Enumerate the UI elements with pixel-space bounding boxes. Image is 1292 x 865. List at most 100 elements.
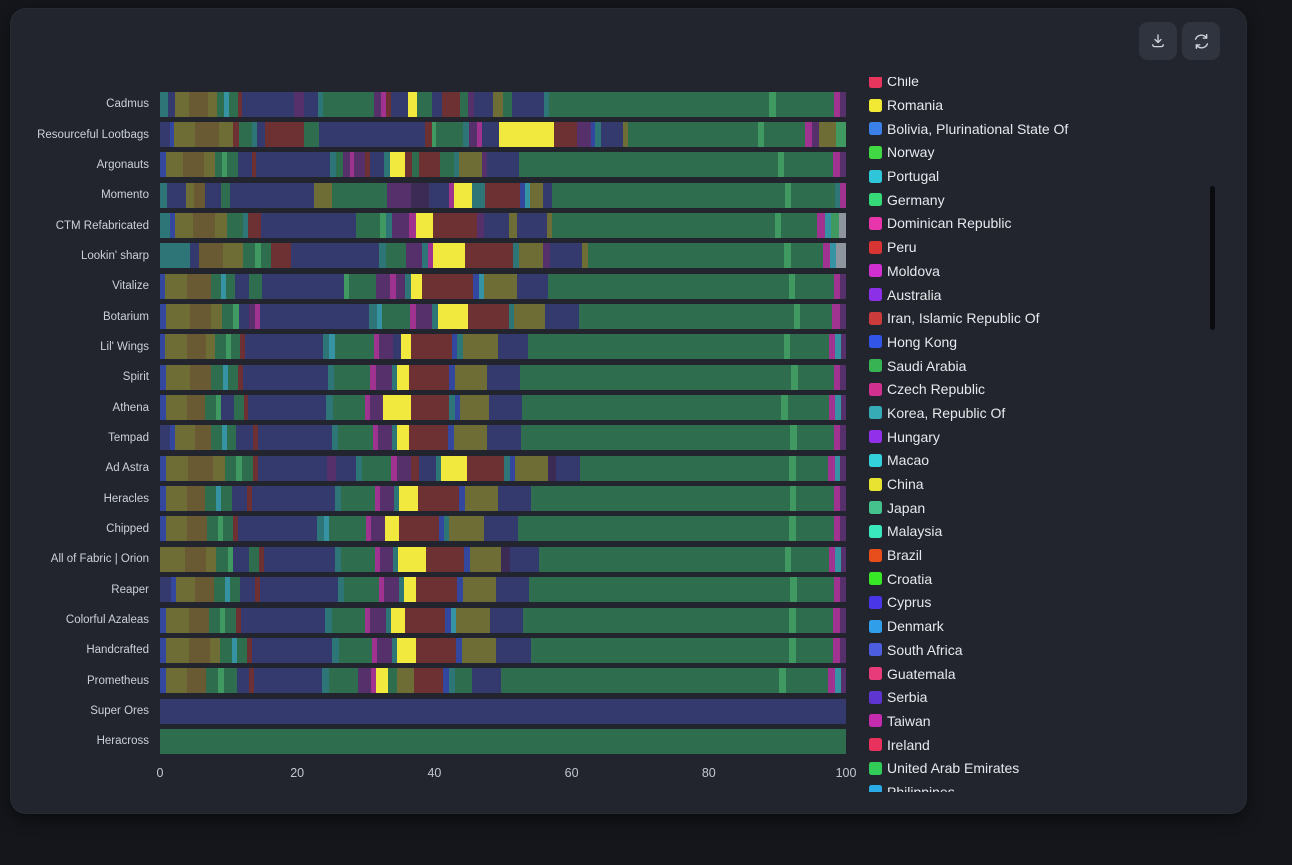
bar-segment[interactable] (325, 608, 332, 633)
bar-segment[interactable] (217, 92, 224, 117)
legend-item[interactable]: Guatemala (869, 662, 1204, 686)
bar-segment[interactable] (552, 183, 786, 208)
bar-segment[interactable] (165, 274, 187, 299)
bar-segment[interactable] (534, 334, 784, 359)
bar-segment[interactable] (190, 243, 198, 268)
bar-segment[interactable] (397, 668, 414, 693)
legend-item[interactable]: Bolivia, Plurinational State Of (869, 117, 1204, 141)
bar-segment[interactable] (840, 274, 845, 299)
bar-segment[interactable] (405, 152, 412, 177)
legend-item[interactable]: South Africa (869, 638, 1204, 662)
bar-segment[interactable] (548, 456, 556, 481)
bar-segment[interactable] (484, 516, 517, 541)
bar-segment[interactable] (454, 183, 472, 208)
bar-segment[interactable] (195, 577, 213, 602)
bar-segment[interactable] (354, 152, 365, 177)
bar-segment[interactable] (166, 365, 190, 390)
bar-segment[interactable] (206, 547, 217, 572)
bar-segment[interactable] (455, 668, 472, 693)
bar-segment[interactable] (812, 122, 819, 147)
bar-segment[interactable] (189, 638, 210, 663)
bar-segment[interactable] (243, 365, 328, 390)
bar-segment[interactable] (432, 92, 442, 117)
bar-segment[interactable] (160, 92, 168, 117)
bar-segment[interactable] (187, 668, 206, 693)
bar-segment[interactable] (840, 92, 846, 117)
bar-segment[interactable] (503, 92, 512, 117)
bar-segment[interactable] (397, 456, 412, 481)
bar-segment[interactable] (399, 486, 417, 511)
refresh-button[interactable] (1182, 22, 1220, 60)
bar-segment[interactable] (176, 577, 196, 602)
bar-segment[interactable] (341, 486, 374, 511)
bar-segment[interactable] (175, 425, 195, 450)
bar-segment[interactable] (236, 425, 252, 450)
bar-segment[interactable] (228, 365, 238, 390)
bar-segment[interactable] (545, 304, 579, 329)
bar-segment[interactable] (537, 486, 790, 511)
bar-segment[interactable] (805, 122, 812, 147)
bar-segment[interactable] (390, 152, 405, 177)
bar-segment[interactable] (841, 395, 846, 420)
bar-segment[interactable] (474, 92, 493, 117)
bar-segment[interactable] (550, 243, 582, 268)
legend-item[interactable]: Ireland (869, 733, 1204, 757)
bar-segment[interactable] (376, 668, 389, 693)
bar-segment[interactable] (512, 92, 544, 117)
bar-segment[interactable] (496, 638, 531, 663)
bar-segment[interactable] (240, 577, 255, 602)
bar-segment[interactable] (530, 183, 543, 208)
bar-segment[interactable] (341, 547, 374, 572)
bar-segment[interactable] (411, 395, 449, 420)
bar-segment[interactable] (797, 425, 834, 450)
legend-item[interactable]: Denmark (869, 614, 1204, 638)
bar-segment[interactable] (261, 213, 356, 238)
bar-segment[interactable] (790, 486, 797, 511)
bar-segment[interactable] (317, 516, 324, 541)
bar-segment[interactable] (800, 304, 832, 329)
bar-segment[interactable] (396, 274, 405, 299)
bar-segment[interactable] (485, 183, 520, 208)
bar-segment[interactable] (206, 334, 215, 359)
bar-segment[interactable] (796, 456, 829, 481)
bar-segment[interactable] (440, 152, 454, 177)
bar-segment[interactable] (786, 668, 828, 693)
bar-segment[interactable] (535, 577, 790, 602)
bar-segment[interactable] (160, 699, 846, 724)
bar-segment[interactable] (332, 425, 339, 450)
bar-segment[interactable] (795, 274, 834, 299)
bar-segment[interactable] (226, 274, 235, 299)
bar-segment[interactable] (840, 608, 846, 633)
bar-segment[interactable] (834, 516, 841, 541)
bar-segment[interactable] (436, 122, 463, 147)
bar-segment[interactable] (383, 395, 411, 420)
bar-segment[interactable] (213, 456, 225, 481)
bar-segment[interactable] (449, 516, 484, 541)
bar-segment[interactable] (174, 122, 195, 147)
bar-segment[interactable] (234, 395, 244, 420)
bar-segment[interactable] (487, 152, 519, 177)
bar-segment[interactable] (160, 425, 170, 450)
bar-segment[interactable] (211, 304, 222, 329)
legend-item[interactable]: Dominican Republic (869, 212, 1204, 236)
bar-segment[interactable] (248, 213, 261, 238)
bar-segment[interactable] (175, 213, 192, 238)
bar-segment[interactable] (166, 395, 187, 420)
bar-segment[interactable] (245, 334, 323, 359)
bar-segment[interactable] (833, 152, 840, 177)
bar-segment[interactable] (230, 577, 240, 602)
bar-segment[interactable] (225, 456, 236, 481)
bar-segment[interactable] (386, 243, 406, 268)
bar-segment[interactable] (333, 395, 366, 420)
bar-segment[interactable] (499, 122, 554, 147)
bar-segment[interactable] (412, 152, 419, 177)
bar-segment[interactable] (543, 183, 552, 208)
bar-segment[interactable] (336, 152, 343, 177)
bar-segment[interactable] (840, 516, 846, 541)
bar-segment[interactable] (409, 425, 448, 450)
bar-segment[interactable] (784, 152, 833, 177)
bar-segment[interactable] (335, 547, 342, 572)
bar-segment[interactable] (256, 152, 330, 177)
bar-segment[interactable] (239, 122, 251, 147)
bar-segment[interactable] (262, 274, 344, 299)
